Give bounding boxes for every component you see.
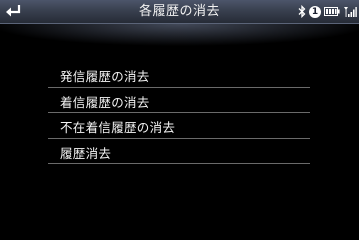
status-area: 1: [298, 3, 357, 20]
header-glow: [0, 24, 359, 50]
header-bar: 各履歴の消去 1: [0, 0, 359, 24]
menu-item-label: 不在着信履歴の消去: [60, 120, 176, 135]
history-delete-menu: 発信履歴の消去 着信履歴の消去 不在着信履歴の消去 履歴消去: [48, 62, 310, 164]
battery-icon: [324, 7, 340, 16]
bluetooth-device-number: 1: [309, 5, 321, 18]
bluetooth-icon: [298, 5, 306, 18]
back-arrow-icon: [6, 5, 21, 17]
menu-item-delete-all-history[interactable]: 履歴消去: [48, 139, 310, 164]
menu-item-delete-outgoing-history[interactable]: 発信履歴の消去: [48, 62, 310, 88]
menu-item-delete-missed-call-history[interactable]: 不在着信履歴の消去: [48, 113, 310, 139]
signal-strength-icon: [344, 6, 357, 17]
menu-item-label: 発信履歴の消去: [60, 69, 150, 84]
menu-item-delete-incoming-history[interactable]: 着信履歴の消去: [48, 88, 310, 113]
back-button[interactable]: [4, 1, 24, 21]
menu-item-label: 履歴消去: [60, 145, 112, 161]
menu-item-label: 着信履歴の消去: [60, 94, 150, 110]
page-title: 各履歴の消去: [138, 4, 220, 19]
